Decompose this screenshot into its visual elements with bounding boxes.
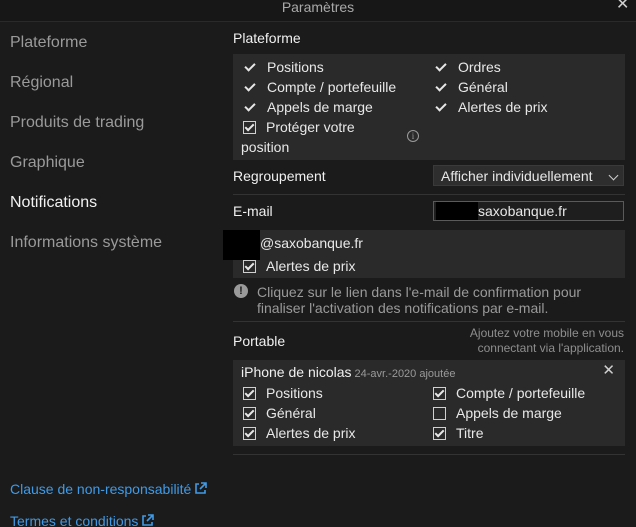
email-alertes-checkbox[interactable]: Alertes de prix xyxy=(243,258,355,274)
device-option-positions[interactable]: Positions xyxy=(243,385,323,401)
portable-hint-2: connectant via l'application. xyxy=(477,341,624,355)
sidebar-item-produits-de-trading[interactable]: Produits de trading xyxy=(10,114,144,132)
email-input-value: saxobanque.fr xyxy=(478,203,567,219)
window-title: Paramètres xyxy=(281,0,355,15)
device-option-box[interactable] xyxy=(243,426,256,440)
device-card: iPhone de nicolas 24-avr.-2020 ajoutée ✕ … xyxy=(233,360,625,446)
close-icon[interactable]: ✕ xyxy=(616,0,630,13)
title-bar: Paramètres ✕ xyxy=(0,0,636,22)
plateforme-section-title: Plateforme xyxy=(233,30,301,46)
device-option-label: Appels de marge xyxy=(456,405,562,421)
protect-position-checkbox[interactable]: Protéger votre xyxy=(243,119,355,135)
sidebar-item-informations-systeme[interactable]: Informations système xyxy=(10,234,162,252)
plateforme-option-label: Ordres xyxy=(458,59,501,75)
terms-link[interactable]: Termes et conditions xyxy=(10,513,155,527)
sidebar-item-notifications[interactable]: Notifications xyxy=(10,194,97,212)
protect-position-label: Protéger votre xyxy=(266,119,355,135)
plateforme-option-ordres: Ordres xyxy=(435,59,501,75)
chevron-down-icon xyxy=(608,170,619,181)
sidebar-item-graphique[interactable]: Graphique xyxy=(10,154,85,172)
plateforme-options-panel: Positions Compte / portefeuille Appels d… xyxy=(233,54,625,160)
plateforme-option-positions: Positions xyxy=(244,59,324,75)
protect-position-label-2: position xyxy=(241,139,290,155)
email-address: @saxobanque.fr xyxy=(260,235,363,251)
check-icon xyxy=(244,101,257,114)
check-icon xyxy=(435,61,448,74)
device-option-label: Alertes de prix xyxy=(266,425,356,441)
protect-position-box[interactable] xyxy=(243,120,256,134)
email-alertes-label: Alertes de prix xyxy=(266,258,356,274)
sidebar-item-plateforme[interactable]: Plateforme xyxy=(10,34,87,52)
device-header: iPhone de nicolas 24-avr.-2020 ajoutée xyxy=(241,364,455,380)
device-option-alertes[interactable]: Alertes de prix xyxy=(243,425,355,441)
portable-label: Portable xyxy=(233,333,286,349)
email-input[interactable]: saxobanque.fr xyxy=(433,201,624,221)
device-option-compte[interactable]: Compte / portefeuille xyxy=(433,385,585,401)
disclaimer-link[interactable]: Clause de non-responsabilité xyxy=(10,481,208,497)
device-option-box[interactable] xyxy=(243,406,256,420)
email-confirmation-note-1: Cliquez sur le lien dans l'e-mail de con… xyxy=(257,284,582,300)
regroupement-select[interactable]: Afficher individuellement xyxy=(433,165,624,186)
plateforme-option-appels: Appels de marge xyxy=(244,99,373,115)
device-option-titre[interactable]: Titre xyxy=(433,425,483,441)
device-option-box[interactable] xyxy=(433,386,446,400)
check-icon xyxy=(244,61,257,74)
check-icon xyxy=(435,101,448,114)
info-icon[interactable]: i xyxy=(407,130,419,142)
redacted-block xyxy=(436,202,478,220)
check-icon xyxy=(244,81,257,94)
device-option-box[interactable] xyxy=(433,406,446,420)
disclaimer-link-label: Clause de non-responsabilité xyxy=(10,481,192,497)
email-alertes-box[interactable] xyxy=(243,259,256,273)
portable-hint-1: Ajoutez votre mobile en vous xyxy=(469,326,624,340)
warning-icon: ! xyxy=(234,284,248,298)
device-option-general[interactable]: Général xyxy=(243,405,316,421)
sidebar-item-regional[interactable]: Régional xyxy=(10,74,73,92)
plateforme-option-alertes: Alertes de prix xyxy=(435,99,547,115)
sidebar: Plateforme Régional Produits de trading … xyxy=(0,22,222,527)
redacted-block xyxy=(223,230,260,260)
plateforme-option-label: Compte / portefeuille xyxy=(267,79,397,95)
device-option-label: Compte / portefeuille xyxy=(456,385,586,401)
email-panel: @saxobanque.fr Alertes de prix xyxy=(223,230,625,278)
external-link-icon xyxy=(195,482,208,494)
plateforme-option-label: Alertes de prix xyxy=(458,99,548,115)
check-icon xyxy=(435,81,448,94)
device-option-label: Titre xyxy=(456,425,484,441)
email-label: E-mail xyxy=(233,203,273,219)
divider xyxy=(233,321,625,322)
device-option-label: Général xyxy=(266,405,316,421)
device-option-appels[interactable]: Appels de marge xyxy=(433,405,562,421)
plateforme-option-general: Général xyxy=(435,79,508,95)
terms-link-label: Termes et conditions xyxy=(10,513,139,527)
regroupement-label: Regroupement xyxy=(233,168,326,184)
divider xyxy=(233,194,625,195)
divider xyxy=(233,454,625,455)
device-option-box[interactable] xyxy=(243,386,256,400)
email-confirmation-note-2: finaliser l'activation des notifications… xyxy=(257,300,549,316)
close-icon[interactable]: ✕ xyxy=(602,361,615,379)
plateforme-option-label: Général xyxy=(458,79,508,95)
regroupement-select-value: Afficher individuellement xyxy=(441,168,593,184)
plateforme-option-compte: Compte / portefeuille xyxy=(244,79,396,95)
plateforme-option-label: Positions xyxy=(267,59,324,75)
plateforme-option-label: Appels de marge xyxy=(267,99,373,115)
device-added-date: 24-avr.-2020 ajoutée xyxy=(354,368,456,380)
device-name: iPhone de nicolas xyxy=(241,364,352,380)
device-option-label: Positions xyxy=(266,385,323,401)
device-option-box[interactable] xyxy=(433,426,446,440)
external-link-icon xyxy=(142,514,155,526)
